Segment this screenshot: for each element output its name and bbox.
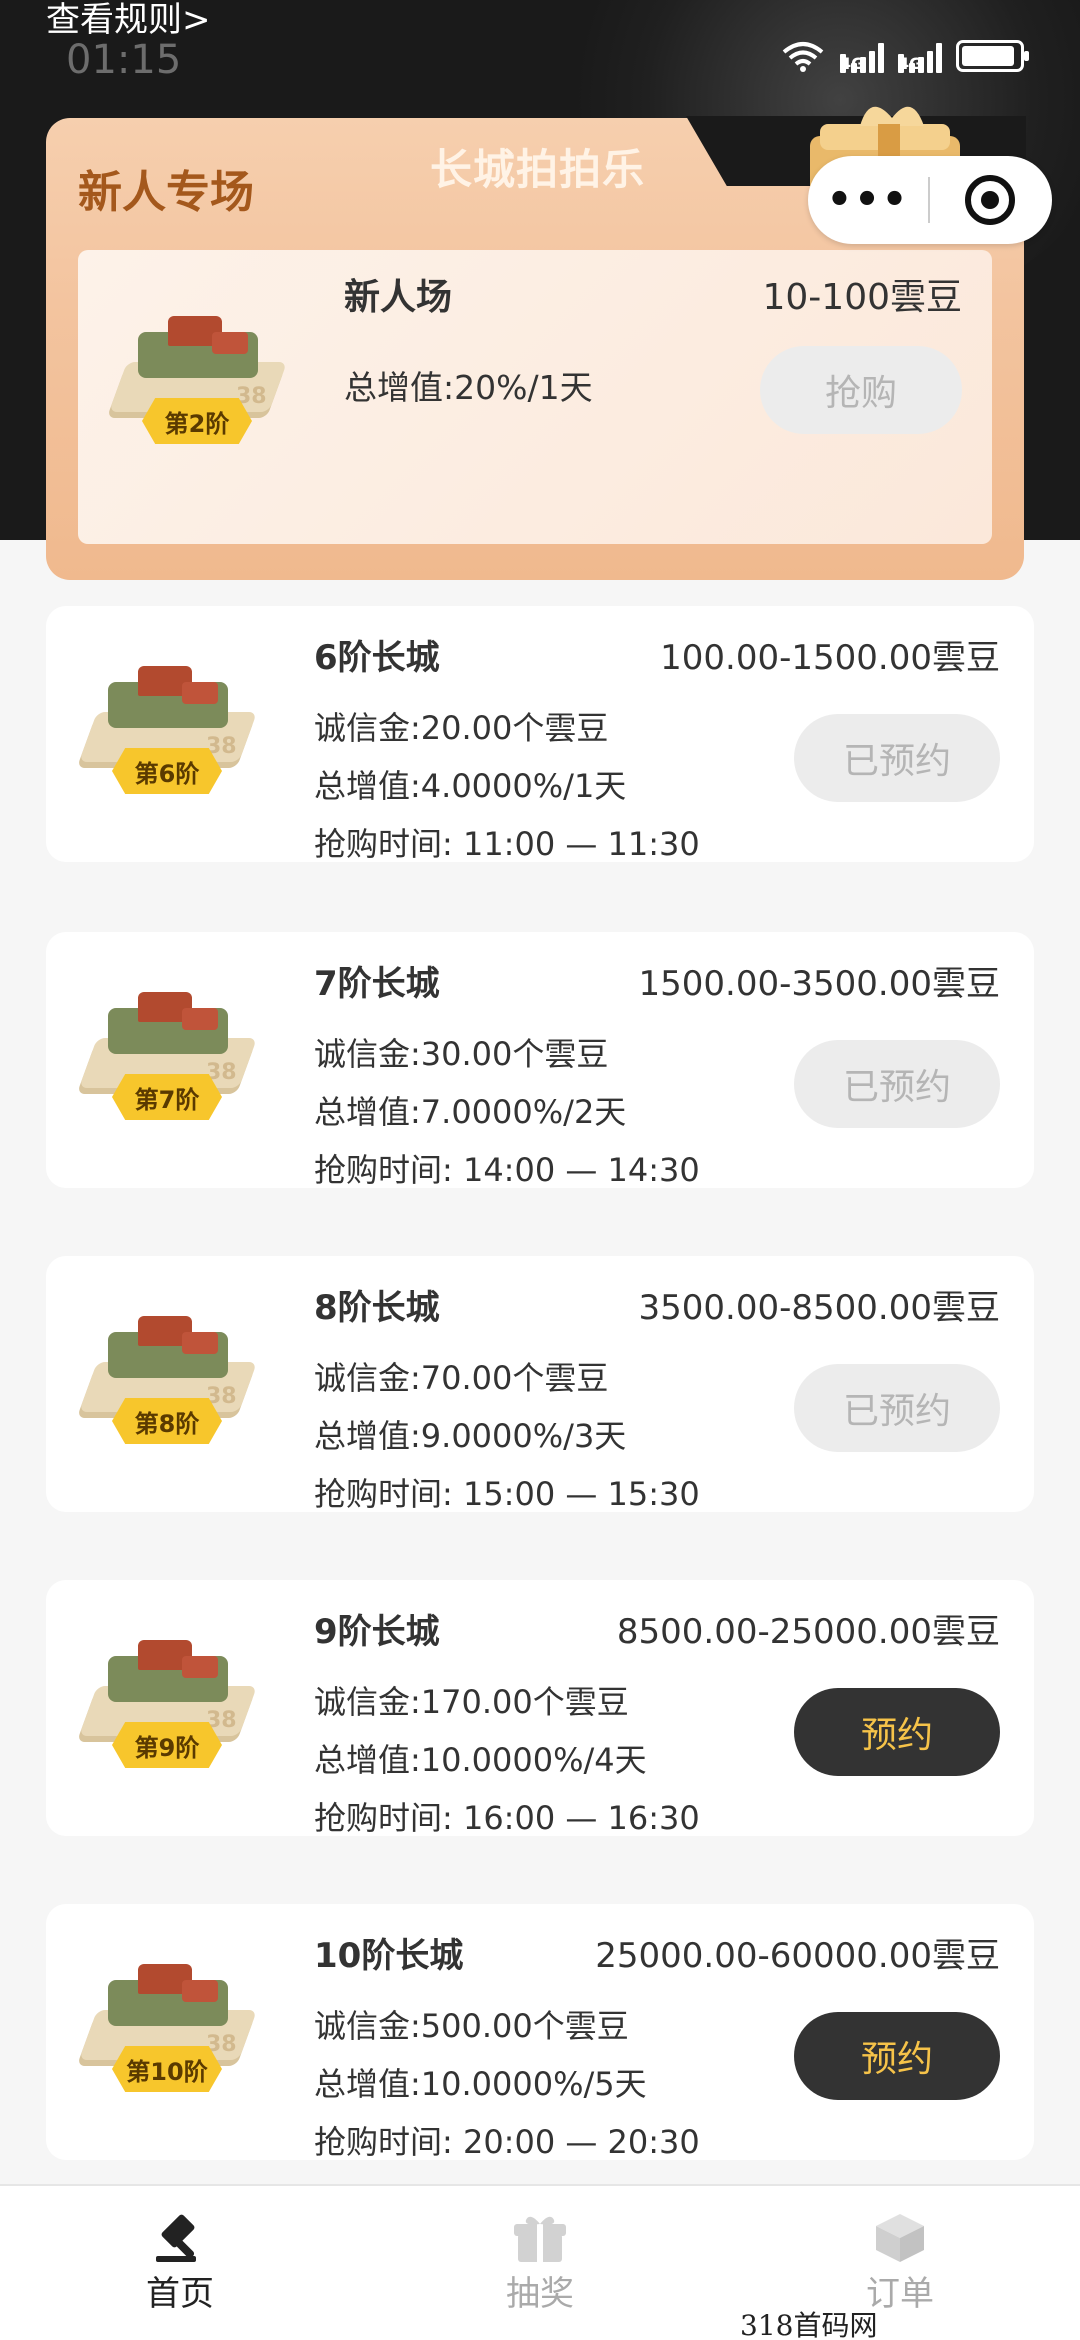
product-name: 8阶长城 bbox=[314, 1288, 440, 1328]
level-badge: 第9阶 bbox=[112, 1722, 222, 1768]
status-time: 01:15 bbox=[66, 37, 182, 83]
battery-icon bbox=[956, 40, 1029, 72]
level-badge: 第2阶 bbox=[142, 398, 252, 444]
level-badge: 第6阶 bbox=[112, 748, 222, 794]
product-range: 25000.00-60000.00雲豆 bbox=[595, 1936, 1000, 1976]
great-wall-icon: 38 第10阶 bbox=[78, 1950, 258, 2100]
product-deposit: 诚信金:20.00个雲豆 bbox=[314, 709, 609, 747]
product-time: 抢购时间: 11:00 — 11:30 bbox=[314, 825, 700, 863]
tab-home-label: 首页 bbox=[146, 2274, 214, 2314]
product-card: 38 第10阶 10阶长城 25000.00-60000.00雲豆 诚信金:50… bbox=[46, 1904, 1034, 2161]
product-name: 10阶长城 bbox=[314, 1936, 464, 1976]
product-range: 3500.00-8500.00雲豆 bbox=[638, 1288, 1000, 1328]
box-icon bbox=[876, 2214, 924, 2262]
product-time: 抢购时间: 20:00 — 20:30 bbox=[314, 2123, 700, 2161]
status-bar-icons: 4G 4G bbox=[780, 38, 1029, 74]
product-card: 38 第7阶 7阶长城 1500.00-3500.00雲豆 诚信金:30.00个… bbox=[46, 932, 1034, 1189]
tab-home[interactable]: 首页 bbox=[80, 2186, 280, 2340]
tab-lottery-label: 抽奖 bbox=[506, 2274, 574, 2314]
product-gain: 总增值:4.0000%/1天 bbox=[314, 767, 627, 805]
newcomer-range: 10-100雲豆 bbox=[762, 277, 962, 318]
signal-icon: 4G bbox=[898, 39, 942, 73]
product-name: 9阶长城 bbox=[314, 1612, 440, 1652]
product-card: 38 第8阶 8阶长城 3500.00-8500.00雲豆 诚信金:70.00个… bbox=[46, 1256, 1034, 1513]
reserved-button[interactable]: 已预约 bbox=[794, 1364, 1000, 1452]
product-deposit: 诚信金:170.00个雲豆 bbox=[314, 1683, 629, 1721]
target-icon[interactable] bbox=[930, 175, 1050, 225]
buy-button[interactable]: 抢购 bbox=[760, 346, 962, 434]
gavel-icon bbox=[156, 2214, 196, 2262]
product-card: 38 第9阶 9阶长城 8500.00-25000.00雲豆 诚信金:170.0… bbox=[46, 1580, 1034, 1837]
level-badge: 第8阶 bbox=[112, 1398, 222, 1444]
mini-program-capsule: ••• bbox=[808, 156, 1052, 244]
great-wall-icon: 38 第9阶 bbox=[78, 1626, 258, 1776]
reserve-button[interactable]: 预约 bbox=[794, 2012, 1000, 2100]
newcomer-name: 新人场 bbox=[344, 277, 453, 318]
product-time: 抢购时间: 16:00 — 16:30 bbox=[314, 1799, 700, 1837]
tab-lottery[interactable]: 抽奖 bbox=[440, 2186, 640, 2340]
product-time: 抢购时间: 14:00 — 14:30 bbox=[314, 1151, 700, 1189]
brand-title: 长城拍拍乐 bbox=[430, 145, 646, 194]
product-gain: 总增值:9.0000%/3天 bbox=[314, 1417, 627, 1455]
great-wall-icon: 38 第7阶 bbox=[78, 978, 258, 1128]
great-wall-icon: 38 第2阶 bbox=[108, 302, 288, 452]
product-gain: 总增值:10.0000%/5天 bbox=[314, 2065, 647, 2103]
product-name: 6阶长城 bbox=[314, 638, 440, 678]
more-dots-icon[interactable]: ••• bbox=[808, 156, 928, 244]
level-badge: 第10阶 bbox=[112, 2046, 222, 2092]
product-card: 38 第6阶 6阶长城 100.00-1500.00雲豆 诚信金:20.00个雲… bbox=[46, 606, 1034, 863]
product-time: 抢购时间: 15:00 — 15:30 bbox=[314, 1475, 700, 1513]
product-range: 1500.00-3500.00雲豆 bbox=[638, 964, 1000, 1004]
product-range: 100.00-1500.00雲豆 bbox=[660, 638, 1000, 678]
great-wall-icon: 38 第6阶 bbox=[78, 652, 258, 802]
product-deposit: 诚信金:70.00个雲豆 bbox=[314, 1359, 609, 1397]
wifi-icon bbox=[782, 42, 824, 72]
newcomer-title: 新人专场 bbox=[78, 167, 254, 218]
product-range: 8500.00-25000.00雲豆 bbox=[616, 1612, 1000, 1652]
level-badge: 第7阶 bbox=[112, 1074, 222, 1120]
product-gain: 总增值:7.0000%/2天 bbox=[314, 1093, 627, 1131]
gift-icon bbox=[514, 2216, 566, 2262]
reserved-button[interactable]: 已预约 bbox=[794, 714, 1000, 802]
product-deposit: 诚信金:30.00个雲豆 bbox=[314, 1035, 609, 1073]
reserve-button[interactable]: 预约 bbox=[794, 1688, 1000, 1776]
rules-link[interactable]: 查看规则> bbox=[46, 0, 211, 40]
product-deposit: 诚信金:500.00个雲豆 bbox=[314, 2007, 629, 2045]
product-name: 7阶长城 bbox=[314, 964, 440, 1004]
product-gain: 总增值:10.0000%/4天 bbox=[314, 1741, 647, 1779]
newcomer-gain: 总增值:20%/1天 bbox=[344, 368, 593, 407]
great-wall-icon: 38 第8阶 bbox=[78, 1302, 258, 1452]
watermark: 318首码网 www.e318.com bbox=[740, 2309, 878, 2340]
reserved-button[interactable]: 已预约 bbox=[794, 1040, 1000, 1128]
newcomer-card: 38 第2阶 新人场 10-100雲豆 总增值:20%/1天 抢购 bbox=[78, 250, 992, 544]
signal-icon: 4G bbox=[840, 39, 884, 73]
